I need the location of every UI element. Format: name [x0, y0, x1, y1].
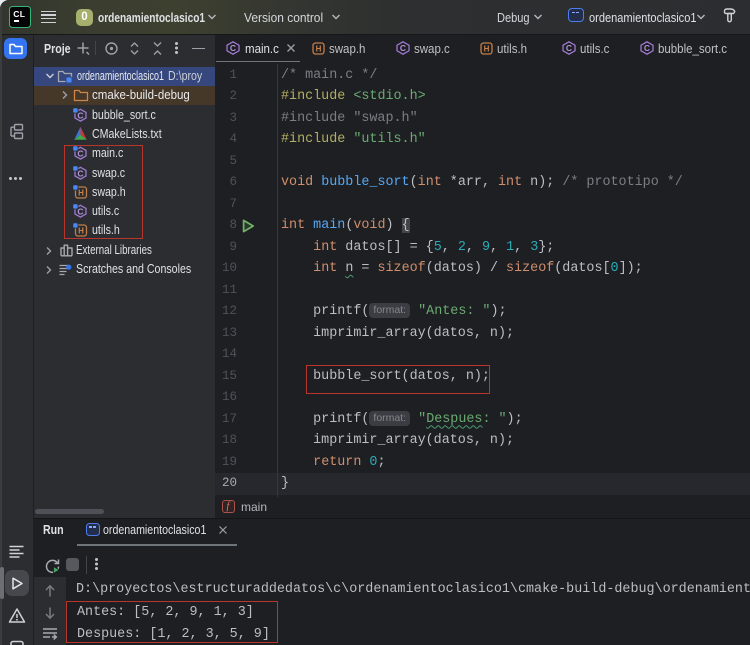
svg-text:H: H	[316, 44, 322, 53]
svg-text:C: C	[644, 43, 650, 53]
svg-text:C: C	[230, 43, 236, 53]
svg-text:C: C	[400, 43, 406, 53]
svg-text:H: H	[484, 44, 490, 53]
svg-text:C: C	[566, 43, 572, 53]
